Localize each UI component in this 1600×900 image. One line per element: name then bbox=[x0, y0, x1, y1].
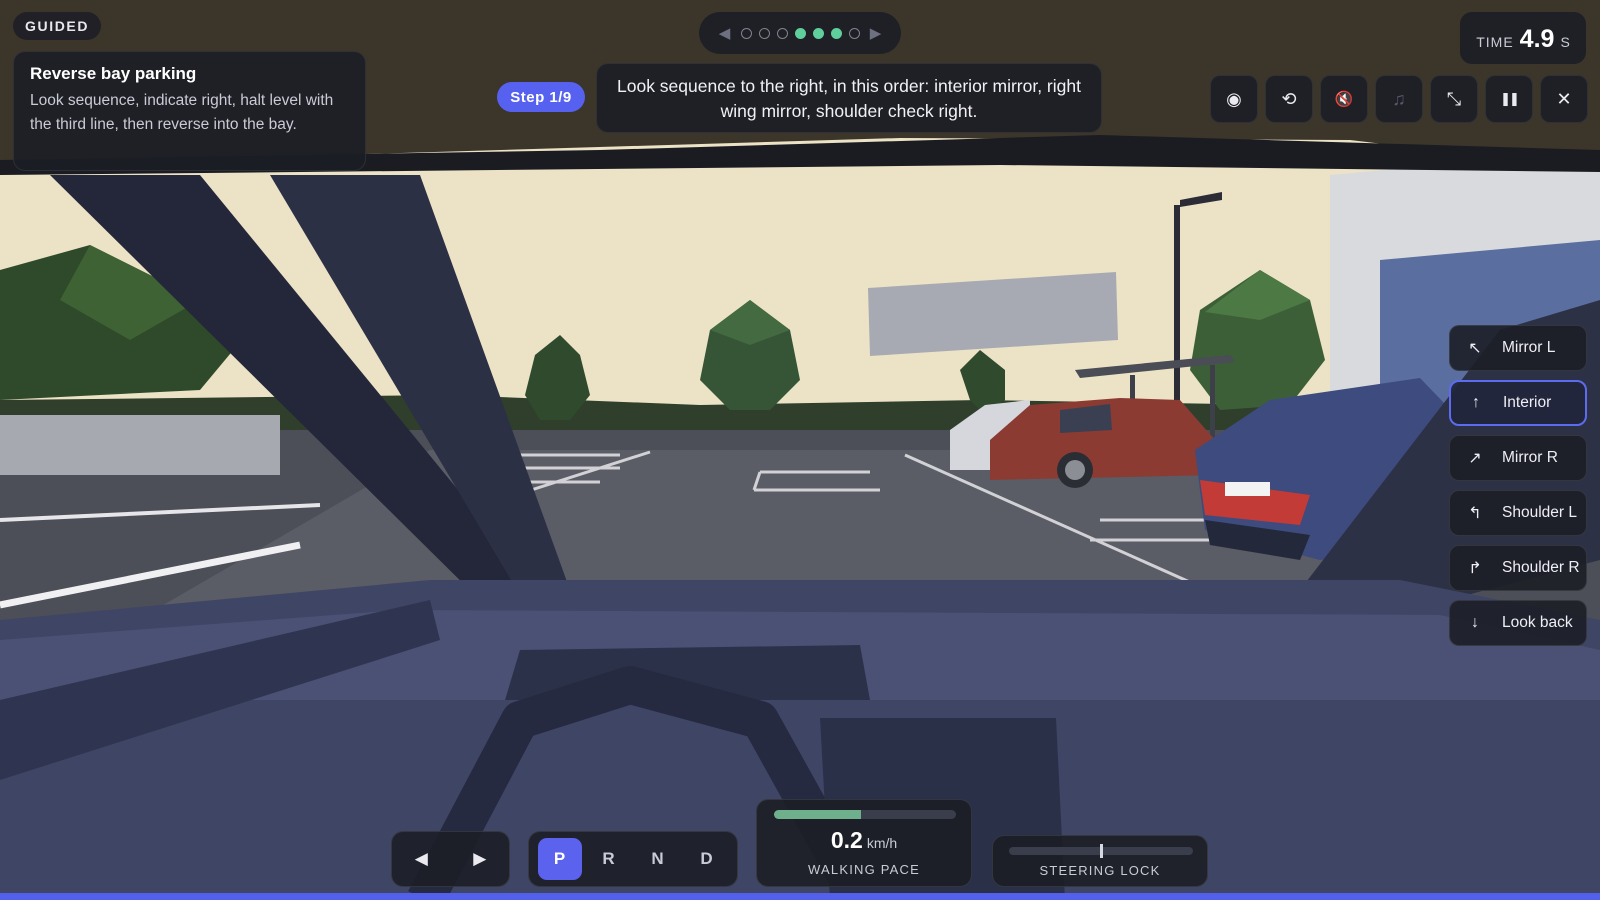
close-button[interactable]: ✕ bbox=[1540, 75, 1588, 123]
look-direction-icon: ↗ bbox=[1468, 450, 1482, 467]
reset-icon: ⟲ bbox=[1281, 88, 1297, 109]
timer-value: 4.9 bbox=[1519, 25, 1555, 53]
step-dots bbox=[740, 27, 860, 39]
look-mirror-l-button[interactable]: ↖ Mirror L bbox=[1449, 325, 1587, 371]
task-title: Reverse bay parking bbox=[30, 64, 197, 83]
music-button[interactable]: ♫ bbox=[1375, 75, 1423, 123]
look-direction-icon: ↰ bbox=[1468, 505, 1482, 522]
step-dot bbox=[794, 27, 806, 39]
speed-value: 0.2 bbox=[830, 827, 863, 853]
look-interior-button[interactable]: ↑ Interior bbox=[1449, 380, 1587, 426]
look-shoulder-l-button[interactable]: ↰ Shoulder L bbox=[1449, 490, 1587, 536]
pause-icon: ❚❚ bbox=[1500, 91, 1520, 106]
instruction-text: Look sequence to the right, in this orde… bbox=[596, 63, 1102, 133]
camera-icon: ◉ bbox=[1226, 88, 1242, 109]
look-direction-icon: ↓ bbox=[1471, 614, 1479, 631]
gear-r-button[interactable]: R bbox=[587, 838, 631, 880]
steering-indicator: STEERING LOCK bbox=[992, 835, 1208, 887]
speedometer: 0.2 km/h WALKING PACE bbox=[756, 799, 972, 887]
steering-knob bbox=[1100, 844, 1103, 858]
look-shoulder-r-button[interactable]: ↱ Shoulder R bbox=[1449, 545, 1587, 591]
driving-simulator: GUIDED Reverse bay parking Look sequence… bbox=[0, 0, 1600, 900]
speed-unit: km/h bbox=[866, 835, 898, 851]
steer-left-icon[interactable]: ◀ bbox=[403, 849, 439, 869]
step-progress: ◀ ▶ bbox=[699, 12, 901, 54]
step-badge: Step 1/9 bbox=[497, 82, 585, 112]
step-dot bbox=[812, 27, 824, 39]
music-icon: ♫ bbox=[1392, 88, 1406, 109]
top-toolbar: ◉ ⟲ 🔇 ♫ ⤡ ❚❚ ✕ bbox=[1210, 75, 1588, 123]
gear-selector: PRND bbox=[528, 831, 738, 887]
horn-muted-icon: 🔇 bbox=[1334, 91, 1354, 108]
look-button-label: Shoulder L bbox=[1502, 504, 1577, 521]
speed-bar-fill bbox=[774, 810, 862, 819]
steer-direction-pad: ◀ ▶ bbox=[391, 831, 510, 887]
speed-bar bbox=[774, 810, 956, 819]
look-button-label: Mirror L bbox=[1502, 339, 1556, 356]
timer-unit: S bbox=[1560, 34, 1570, 50]
look-button-label: Shoulder R bbox=[1502, 559, 1580, 576]
step-dot bbox=[740, 27, 752, 39]
reset-button[interactable]: ⟲ bbox=[1265, 75, 1313, 123]
collapse-button[interactable]: ⤡ bbox=[1430, 75, 1478, 123]
look-direction-icon: ↖ bbox=[1468, 340, 1482, 357]
collapse-icon: ⤡ bbox=[1446, 88, 1462, 109]
mode-badge: GUIDED bbox=[13, 12, 102, 40]
step-dot bbox=[848, 27, 860, 39]
look-panel: ↖ Mirror L ↑ Interior ↗ Mirror R ↰ Shoulder L ↱ S… bbox=[1449, 325, 1587, 646]
gear-n-button[interactable]: N bbox=[636, 838, 680, 880]
steer-right-icon[interactable]: ▶ bbox=[462, 849, 498, 869]
horn-muted-button[interactable]: 🔇 bbox=[1320, 75, 1368, 123]
task-description: Look sequence, indicate right, halt leve… bbox=[30, 92, 334, 133]
next-step-icon[interactable]: ▶ bbox=[867, 24, 885, 42]
gear-p-button[interactable]: P bbox=[537, 838, 582, 880]
step-dot bbox=[758, 27, 770, 39]
look-button-label: Interior bbox=[1503, 394, 1552, 411]
speed-caption: WALKING PACE bbox=[808, 862, 920, 877]
pause-button[interactable]: ❚❚ bbox=[1485, 75, 1533, 123]
look-button-label: Look back bbox=[1502, 614, 1573, 631]
timer: TIME 4.9 S bbox=[1460, 12, 1586, 64]
gear-d-button[interactable]: D bbox=[685, 838, 729, 880]
camera-button[interactable]: ◉ bbox=[1210, 75, 1258, 123]
task-card: Reverse bay parking Look sequence, indic… bbox=[13, 51, 366, 171]
close-icon: ✕ bbox=[1556, 88, 1572, 109]
bottom-accent-strip bbox=[0, 893, 1600, 900]
look-look-back-button[interactable]: ↓ Look back bbox=[1449, 600, 1587, 646]
steering-caption: STEERING LOCK bbox=[1039, 863, 1161, 878]
look-mirror-r-button[interactable]: ↗ Mirror R bbox=[1449, 435, 1587, 481]
look-direction-icon: ↑ bbox=[1472, 394, 1480, 411]
look-direction-icon: ↱ bbox=[1468, 560, 1482, 577]
step-dot bbox=[776, 27, 788, 39]
prev-step-icon[interactable]: ◀ bbox=[716, 24, 734, 42]
timer-label: TIME bbox=[1476, 34, 1514, 50]
step-dot bbox=[830, 27, 842, 39]
look-button-label: Mirror R bbox=[1502, 449, 1558, 466]
